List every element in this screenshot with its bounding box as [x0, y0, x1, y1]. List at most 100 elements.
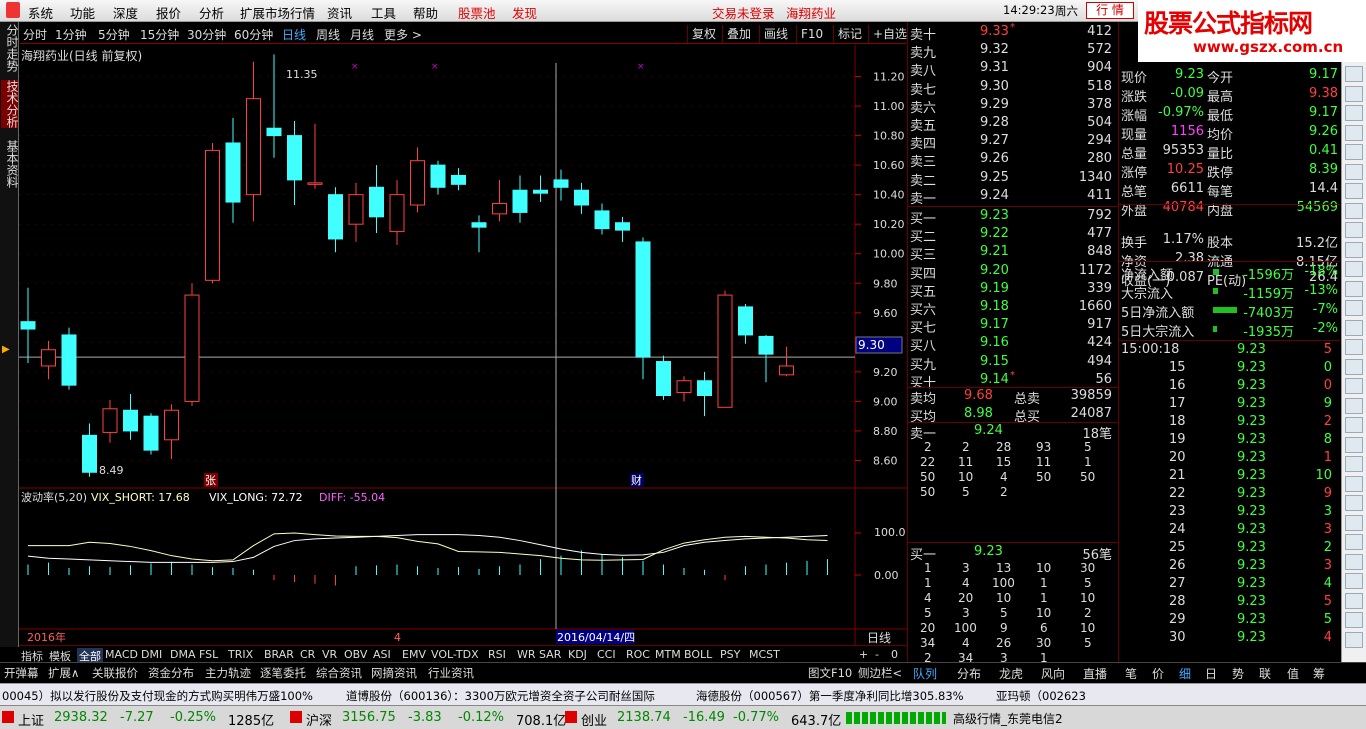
sidebar-tool-icon[interactable]: [1345, 339, 1363, 355]
candle-body[interactable]: [656, 361, 671, 396]
draw-line-button[interactable]: 画线: [759, 25, 792, 43]
server-status[interactable]: 高级行情_东莞电信2: [953, 710, 1063, 727]
tab-technical-analysis[interactable]: 技术分析: [1, 80, 19, 128]
candle-body[interactable]: [533, 189, 548, 194]
panel-tab[interactable]: 网摘资讯: [371, 665, 417, 681]
right-tab[interactable]: 笔: [1125, 665, 1137, 682]
add-favorite-button[interactable]: +自选: [868, 25, 911, 43]
sidebar-tool-icon[interactable]: [1345, 300, 1363, 316]
indicator-tab-asi[interactable]: ASI: [373, 648, 391, 661]
candle-body[interactable]: [102, 408, 118, 433]
indicator-tab-emv[interactable]: EMV: [402, 648, 426, 661]
sidebar-tool-icon[interactable]: [1345, 105, 1363, 121]
panel-tab[interactable]: 行业资讯: [428, 665, 474, 681]
indicator-tab-mtm[interactable]: MTM: [655, 648, 681, 661]
right-tab[interactable]: 联: [1259, 665, 1271, 682]
candle-body[interactable]: [594, 210, 610, 230]
indicator-tab-fsl[interactable]: FSL: [199, 648, 218, 661]
candle-body[interactable]: [553, 179, 569, 188]
ticker-item[interactable]: 亚玛顿（002623: [996, 688, 1086, 704]
f10-button[interactable]: F10: [796, 25, 827, 43]
period-more[interactable]: 更多 >: [384, 26, 422, 43]
menu-extended-market[interactable]: 扩展市场行情: [240, 3, 315, 22]
sidebar-tool-icon[interactable]: [1345, 397, 1363, 414]
candle-body[interactable]: [184, 294, 200, 402]
sidebar-tool-icon[interactable]: [1345, 163, 1363, 180]
chart-zoom-control[interactable]: -: [875, 648, 879, 661]
candle-body[interactable]: [738, 306, 753, 336]
trade-login-status[interactable]: 交易未登录: [712, 3, 775, 22]
f10-text-button[interactable]: 图文F10: [808, 665, 852, 681]
panel-tab[interactable]: 资金分布: [148, 665, 194, 681]
sidebar-tool-icon[interactable]: [1345, 631, 1363, 648]
period-30min[interactable]: 30分钟: [187, 26, 226, 43]
mark-button[interactable]: 标记: [833, 25, 866, 43]
index-name[interactable]: 沪深: [306, 710, 332, 729]
right-tab[interactable]: 直播: [1083, 665, 1107, 682]
right-tab[interactable]: 价: [1152, 665, 1164, 682]
indicator-name[interactable]: 波动率(5,20): [21, 490, 87, 504]
right-tab[interactable]: 队列: [913, 665, 937, 682]
indicator-tab-cr[interactable]: CR: [300, 648, 315, 661]
chart-zoom-control[interactable]: +: [859, 648, 868, 661]
indicator-tab-boll[interactable]: BOLL: [684, 648, 712, 661]
sidebar-tool-icon[interactable]: [1345, 241, 1363, 258]
candle-body[interactable]: [246, 98, 261, 196]
indicator-tab-dmi[interactable]: DMI: [141, 648, 162, 661]
sidebar-tool-icon[interactable]: [1345, 495, 1363, 511]
panel-tab[interactable]: 开弹幕: [4, 665, 39, 681]
candle-body[interactable]: [328, 194, 343, 240]
sidebar-tool-icon[interactable]: [1345, 592, 1363, 609]
tab-time-sharing[interactable]: 分时走势: [1, 24, 19, 72]
period-timeshare[interactable]: 分时: [23, 26, 47, 43]
candle-body[interactable]: [410, 160, 425, 206]
indicator-tab-sar[interactable]: SAR: [539, 648, 561, 661]
panel-tab[interactable]: 关联报价: [92, 665, 138, 681]
sidebar-tool-icon[interactable]: [1345, 378, 1363, 394]
right-tab[interactable]: 筹: [1313, 665, 1325, 682]
ticker-item[interactable]: 海德股份（000567）第一季度净利同比增305.83%: [696, 688, 964, 704]
candle-body[interactable]: [697, 380, 712, 396]
right-tab[interactable]: 风向: [1041, 665, 1065, 682]
sidebar-tool-icon[interactable]: [1345, 280, 1363, 297]
kline-chart-area[interactable]: × × × 11.20 11.00 10.80 10.60 10.40 10.20 10.00 9…: [19, 45, 907, 645]
index-name[interactable]: 上证: [18, 710, 44, 729]
candle-body[interactable]: [676, 380, 692, 394]
menu-news[interactable]: 资讯: [327, 3, 352, 22]
indicator-tab-cci[interactable]: CCI: [597, 648, 616, 661]
menu-analysis[interactable]: 分析: [199, 3, 224, 22]
candle-body[interactable]: [307, 182, 323, 185]
tab-fundamentals[interactable]: 基本资料: [1, 140, 19, 188]
collapse-arrow-icon[interactable]: ▶: [2, 344, 10, 355]
candle-body[interactable]: [574, 189, 589, 206]
panel-tab[interactable]: 主力轨迹: [205, 665, 251, 681]
panel-tab[interactable]: 扩展∧: [48, 665, 79, 681]
candle-body[interactable]: [779, 365, 794, 376]
sidebar-tool-icon[interactable]: [1345, 222, 1363, 238]
market-button[interactable]: 行 情: [1086, 2, 1134, 19]
adjust-button[interactable]: 复权: [687, 25, 720, 43]
indicator-tab-kdj[interactable]: KDJ: [568, 648, 587, 661]
candle-body[interactable]: [492, 203, 507, 215]
indicator-tab-vol-tdx[interactable]: VOL-TDX: [431, 648, 479, 661]
right-tab[interactable]: 日: [1205, 665, 1217, 682]
candle-body[interactable]: [430, 164, 446, 188]
sidebar-tool-icon[interactable]: [1345, 85, 1363, 102]
sidebar-tool-icon[interactable]: [1345, 66, 1363, 82]
ticker-item[interactable]: 00045）拟以发行股份及支付现金的方式购买明伟万盛100%: [2, 688, 313, 704]
right-tab[interactable]: 细: [1179, 665, 1191, 682]
sidebar-tool-icon[interactable]: [1345, 417, 1363, 433]
menu-system[interactable]: 系统: [28, 3, 53, 22]
menu-stock-pool[interactable]: 股票池: [458, 3, 496, 22]
right-tab[interactable]: 龙虎: [999, 665, 1023, 682]
period-daily[interactable]: 日线: [282, 26, 306, 43]
right-tab[interactable]: 值: [1287, 665, 1299, 682]
sidebar-tool-icon[interactable]: [1345, 612, 1363, 628]
period-monthly[interactable]: 月线: [350, 26, 374, 43]
sidebar-tool-icon[interactable]: [1345, 183, 1363, 199]
candle-body[interactable]: [615, 222, 630, 231]
sidebar-tool-icon[interactable]: [1345, 319, 1363, 336]
candle-body[interactable]: [41, 349, 56, 367]
indicator-tab-wr[interactable]: WR: [517, 648, 536, 661]
overlay-button[interactable]: 叠加: [722, 25, 755, 43]
